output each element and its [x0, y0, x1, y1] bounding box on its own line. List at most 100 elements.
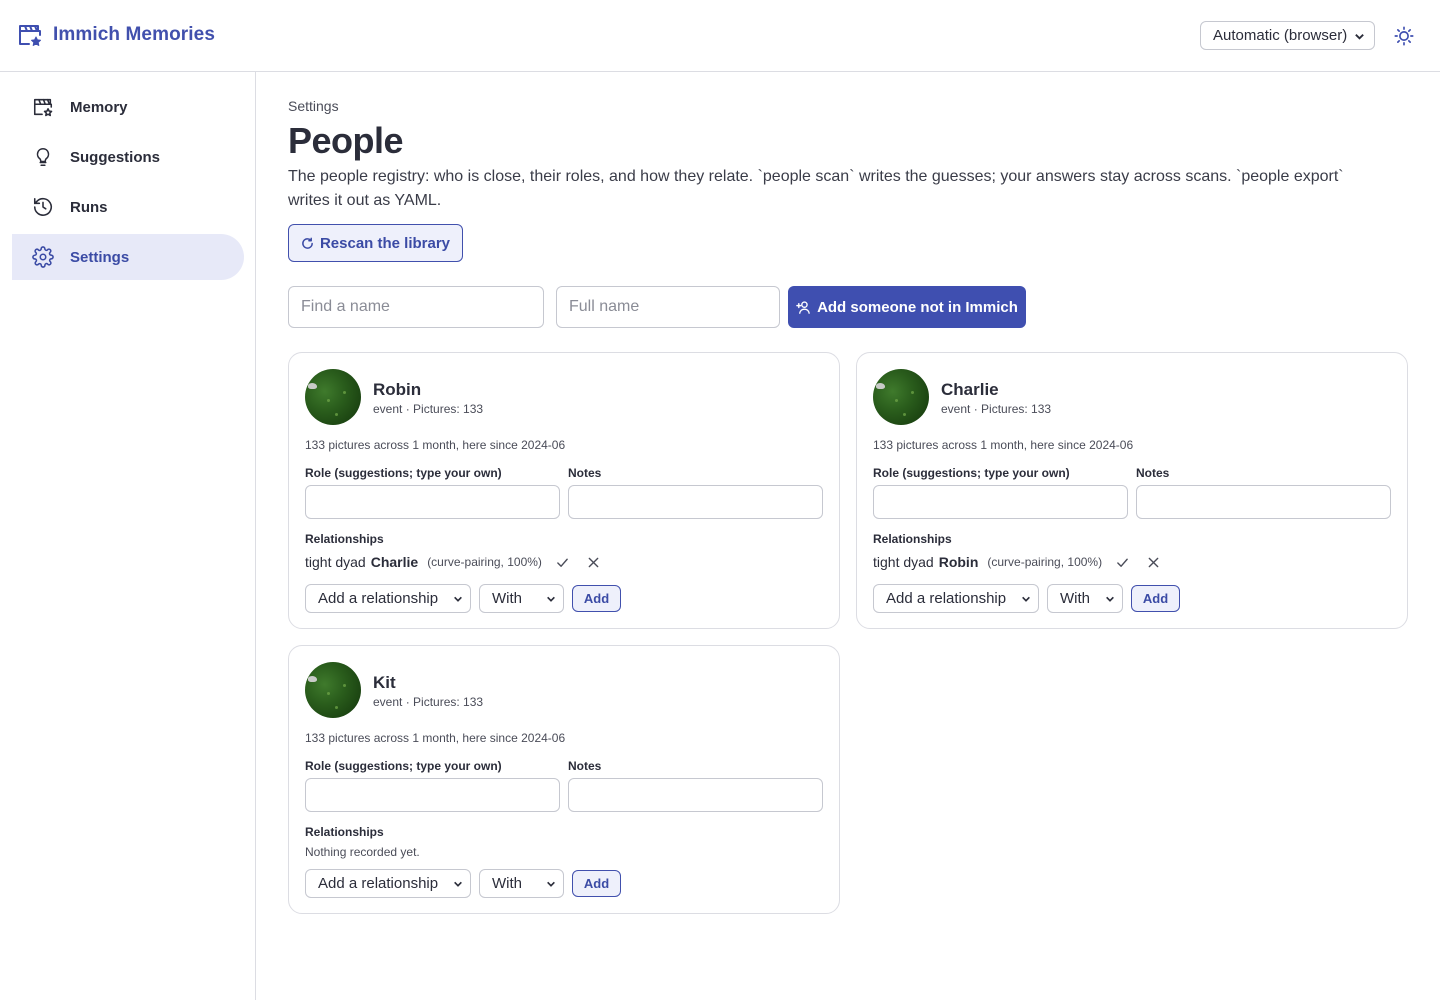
relationship-source: (curve-pairing, 100%): [427, 555, 542, 569]
avatar-photo-detail: [343, 684, 346, 687]
chevron-down-icon: [547, 881, 555, 887]
add-relationship-button[interactable]: Add: [572, 585, 621, 612]
person-name: Robin: [373, 380, 422, 399]
gear-icon: [32, 246, 54, 268]
sidebar-item-suggestions[interactable]: Suggestions: [12, 134, 244, 180]
app-title: Immich Memories: [53, 24, 215, 45]
chevron-down-icon: [1355, 34, 1364, 40]
relationship-with-select[interactable]: With: [1047, 584, 1123, 613]
top-bar: Immich Memories Automatic (browser): [0, 0, 1440, 72]
person-name: Charlie: [941, 380, 999, 399]
chevron-down-icon: [454, 881, 462, 887]
avatar: [305, 662, 361, 718]
relationship-kind: tight dyad: [873, 554, 934, 570]
brand[interactable]: Immich Memories: [17, 22, 215, 48]
person-stats: 133 pictures across 1 month, here since …: [305, 438, 566, 452]
relationship-source: (curve-pairing, 100%): [987, 555, 1103, 569]
lightbulb-icon: [36, 147, 50, 167]
clapperboard-icon: [33, 98, 53, 117]
avatar: [305, 369, 361, 425]
avatar-photo-detail: [335, 706, 338, 709]
relationship-row: tight dyad Charlie (curve-pairing, 100%): [305, 554, 600, 570]
relationships-label: Relationships: [305, 532, 384, 546]
check-icon[interactable]: [556, 556, 569, 569]
relationship-with-select[interactable]: With: [479, 869, 564, 898]
history-icon: [33, 197, 53, 216]
notes-label: Notes: [1136, 466, 1170, 480]
person-meta: event · Pictures: 133: [373, 402, 484, 416]
relationship-type-select[interactable]: Add a relationship: [873, 584, 1039, 613]
avatar-photo-detail: [327, 399, 330, 402]
role-input[interactable]: [873, 485, 1128, 519]
refresh-icon: [302, 237, 313, 249]
person-card: Robin event · Pictures: 133 133 pictures…: [288, 352, 840, 629]
relationship-type-select[interactable]: Add a relationship: [305, 869, 471, 898]
relationship-with-value: With: [492, 590, 522, 607]
close-icon[interactable]: [1147, 556, 1160, 569]
rescan-label: Rescan the library: [319, 234, 451, 252]
sidebar-item-runs[interactable]: Runs: [12, 184, 244, 230]
theme-select[interactable]: Automatic (browser): [1200, 21, 1375, 50]
avatar-photo-detail: [308, 676, 317, 682]
relationship-type-select[interactable]: Add a relationship: [305, 584, 471, 613]
avatar-photo-detail: [327, 692, 330, 695]
chevron-down-icon: [1106, 596, 1114, 602]
role-input[interactable]: [305, 485, 560, 519]
avatar-photo-detail: [876, 383, 885, 389]
empty-relationships: Nothing recorded yet.: [305, 845, 420, 859]
role-label: Role (suggestions; type your own): [305, 759, 502, 773]
relationship-row: tight dyad Robin (curve-pairing, 100%): [873, 554, 1160, 570]
person-stats: 133 pictures across 1 month, here since …: [873, 438, 1134, 452]
add-person-button[interactable]: Add someone not in Immich: [788, 286, 1026, 328]
notes-label: Notes: [568, 759, 602, 773]
relationship-with-value: With: [492, 875, 522, 892]
relationship-with-value: With: [1060, 590, 1090, 607]
relationships-label: Relationships: [873, 532, 952, 546]
role-label: Role (suggestions; type your own): [873, 466, 1070, 480]
sun-icon[interactable]: [1393, 25, 1415, 47]
person-meta: event · Pictures: 133: [373, 695, 484, 709]
full-name-input[interactable]: [556, 286, 780, 328]
sidebar-item-memory[interactable]: Memory: [12, 84, 244, 130]
page-description: The people registry: who is close, their…: [288, 168, 1344, 209]
relationship-with[interactable]: Charlie: [371, 554, 418, 570]
avatar-photo-detail: [895, 399, 898, 402]
relationship-type-value: Add a relationship: [318, 875, 439, 892]
person-card: Charlie event · Pictures: 133 133 pictur…: [856, 352, 1408, 629]
clapperboard-star-icon: [19, 25, 41, 46]
notes-input[interactable]: [568, 778, 823, 812]
sidebar-item-settings[interactable]: Settings: [12, 234, 244, 280]
relationship-type-value: Add a relationship: [318, 590, 439, 607]
person-name: Kit: [373, 673, 396, 692]
relationship-kind: tight dyad: [305, 554, 366, 570]
rescan-library-button[interactable]: Rescan the library: [288, 224, 463, 262]
avatar-photo-detail: [903, 413, 906, 416]
notes-label: Notes: [568, 466, 602, 480]
role-label: Role (suggestions; type your own): [305, 466, 502, 480]
notes-input[interactable]: [1136, 485, 1391, 519]
relationship-with[interactable]: Robin: [939, 554, 979, 570]
avatar: [873, 369, 929, 425]
person-stats: 133 pictures across 1 month, here since …: [305, 731, 566, 745]
check-icon[interactable]: [1116, 556, 1129, 569]
add-relationship-button[interactable]: Add: [1131, 585, 1180, 612]
relationship-with-select[interactable]: With: [479, 584, 564, 613]
close-icon[interactable]: [587, 556, 600, 569]
notes-input[interactable]: [568, 485, 823, 519]
avatar-photo-detail: [343, 391, 346, 394]
add-person-label: Add someone not in Immich: [817, 298, 1018, 316]
chevron-down-icon: [1022, 596, 1030, 602]
chevron-down-icon: [454, 596, 462, 602]
sidebar-item-label: Suggestions: [70, 148, 161, 166]
add-relationship-button[interactable]: Add: [572, 870, 621, 897]
role-input[interactable]: [305, 778, 560, 812]
theme-select-value: Automatic (browser): [1213, 27, 1348, 44]
person-card: Kit event · Pictures: 133 133 pictures a…: [288, 645, 840, 914]
sidebar-item-label: Settings: [70, 248, 130, 266]
breadcrumb: Settings: [288, 98, 339, 114]
avatar-photo-detail: [911, 391, 914, 394]
find-name-input[interactable]: [288, 286, 544, 328]
avatar-photo-detail: [308, 383, 317, 389]
relationships-label: Relationships: [305, 825, 384, 839]
person-meta: event · Pictures: 133: [941, 402, 1052, 416]
